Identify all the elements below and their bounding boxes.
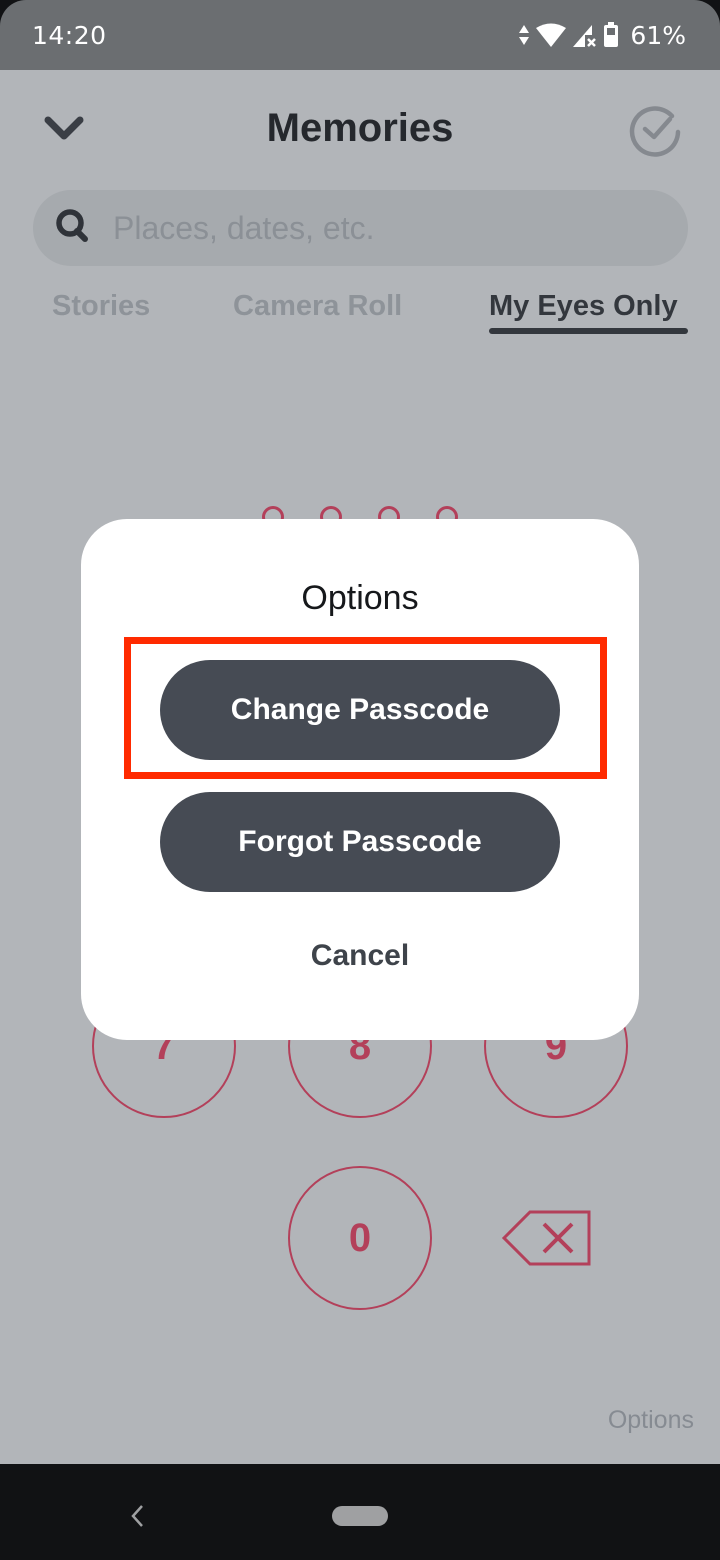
page-title: Memories bbox=[266, 106, 454, 150]
search-icon bbox=[55, 208, 91, 249]
forgot-passcode-button[interactable]: Forgot Passcode bbox=[160, 792, 560, 892]
dialog-title: Options bbox=[301, 579, 419, 617]
nav-back-icon[interactable] bbox=[128, 1504, 148, 1528]
battery-icon bbox=[603, 22, 619, 48]
svg-text:4: 4 bbox=[556, 36, 564, 48]
status-bar: 14:20 4 61% bbox=[0, 0, 720, 70]
tab-camera-roll[interactable]: Camera Roll bbox=[233, 290, 402, 323]
search-bar[interactable] bbox=[33, 190, 688, 266]
options-link[interactable]: Options bbox=[608, 1406, 694, 1435]
check-circle-icon[interactable] bbox=[628, 102, 684, 158]
header: Memories bbox=[0, 70, 720, 190]
search-input[interactable] bbox=[113, 209, 653, 247]
active-tab-indicator bbox=[489, 328, 688, 334]
data-transfer-icon bbox=[518, 24, 530, 46]
options-dialog: Options Change Passcode Forgot Passcode … bbox=[81, 519, 639, 1040]
cancel-button[interactable]: Cancel bbox=[81, 939, 639, 973]
navigation-bar bbox=[0, 1464, 720, 1560]
tab-stories[interactable]: Stories bbox=[52, 290, 150, 323]
change-passcode-button[interactable]: Change Passcode bbox=[160, 660, 560, 760]
tab-my-eyes-only[interactable]: My Eyes Only bbox=[489, 290, 678, 323]
status-icons: 4 61% bbox=[518, 21, 686, 50]
keypad-key-0[interactable]: 0 bbox=[288, 1166, 432, 1310]
backspace-icon[interactable] bbox=[501, 1210, 592, 1266]
wifi-icon: 4 bbox=[535, 22, 567, 48]
status-time: 14:20 bbox=[32, 20, 107, 50]
battery-percent: 61% bbox=[630, 20, 686, 50]
cellular-no-signal-icon bbox=[572, 22, 598, 48]
home-pill-icon[interactable] bbox=[332, 1506, 388, 1526]
